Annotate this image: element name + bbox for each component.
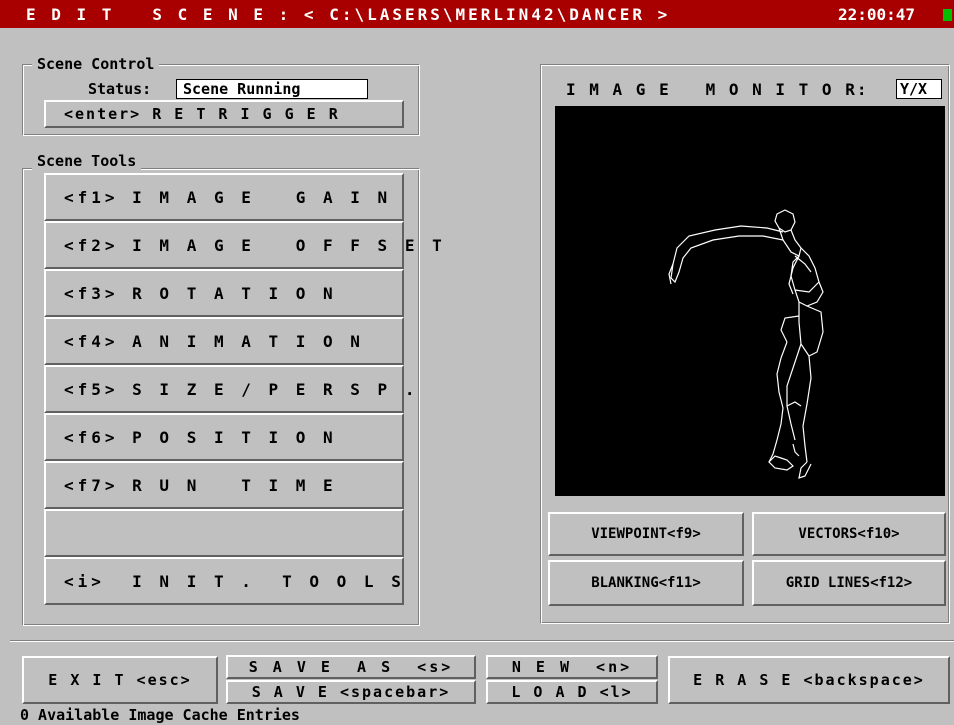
image-monitor-screen [555,106,945,496]
size-perspective-button[interactable]: <f5> S I Z E / P E R S P . [44,365,414,413]
run-time-button[interactable]: <f7> R U N T I M E [44,461,404,509]
clock: 22:00:47 [838,5,916,24]
save-as-button[interactable]: S A V E A S <s> [226,655,476,679]
cursor-block-icon [943,9,952,21]
bottom-separator [10,640,954,642]
dancer-wireframe-image [668,209,824,479]
retrigger-button[interactable]: <enter> R E T R I G G E R [44,100,404,128]
save-button[interactable]: S A V E <spacebar> [226,680,476,704]
new-button[interactable]: N E W <n> [486,655,658,679]
load-button[interactable]: L O A D <l> [486,680,658,704]
empty-tool-slot[interactable] [44,509,404,557]
monitor-mode-toggle[interactable]: Y/X [896,79,942,99]
window-title: E D I T S C E N E : < C:\LASERS\MERLIN42… [26,5,671,24]
rotation-button[interactable]: <f3> R O T A T I O N [44,269,404,317]
image-gain-button[interactable]: <f1> I M A G E G A I N [44,173,404,221]
image-monitor-label: I M A G E M O N I T O R: [566,80,869,99]
status-label: Status: [88,80,152,98]
animation-button[interactable]: <f4> A N I M A T I O N [44,317,404,365]
exit-button[interactable]: E X I T <esc> [22,656,218,704]
grid-lines-button[interactable]: GRID LINES<f12> [752,560,946,606]
scene-control-legend: Scene Control [32,55,160,73]
status-value: Scene Running [176,79,368,99]
scene-tools-legend: Scene Tools [32,152,142,170]
init-tools-button[interactable]: <i> I N I T . T O O L S [44,557,404,605]
cache-status-line: 0 Available Image Cache Entries [20,706,300,724]
viewpoint-button[interactable]: VIEWPOINT<f9> [548,512,744,556]
position-button[interactable]: <f6> P O S I T I O N [44,413,404,461]
blanking-button[interactable]: BLANKING<f11> [548,560,744,606]
title-bar: E D I T S C E N E : < C:\LASERS\MERLIN42… [0,0,954,28]
erase-button[interactable]: E R A S E <backspace> [668,656,950,704]
image-offset-button[interactable]: <f2> I M A G E O F F S E T [44,221,442,269]
vectors-button[interactable]: VECTORS<f10> [752,512,946,556]
